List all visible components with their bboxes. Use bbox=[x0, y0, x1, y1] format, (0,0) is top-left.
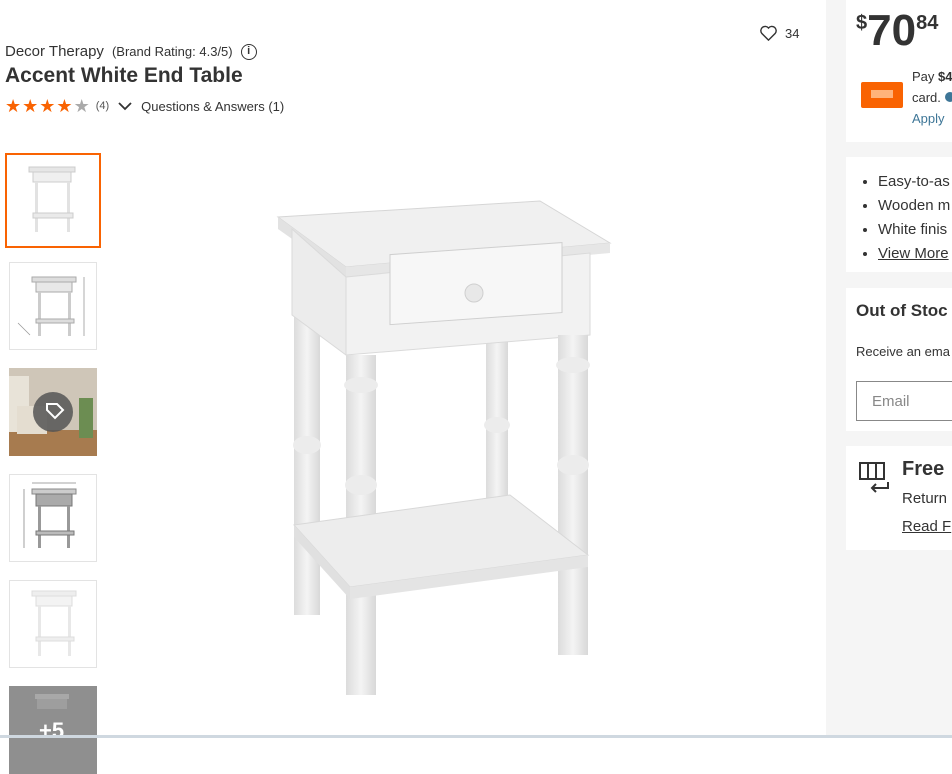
star-icon: ★ bbox=[56, 96, 73, 116]
price-dollars: 70 bbox=[867, 6, 917, 55]
pay-prefix: Pay bbox=[912, 69, 939, 84]
card-text: card. bbox=[912, 90, 941, 105]
thumbnail-4[interactable] bbox=[9, 474, 97, 562]
credit-offer: Pay $4 card. Apply bbox=[912, 66, 952, 129]
main-product-image[interactable] bbox=[270, 185, 630, 705]
read-return-policy-link[interactable]: Read F bbox=[902, 518, 951, 535]
lifestyle-thumbnail-image bbox=[9, 368, 97, 456]
star-icon: ★ bbox=[22, 96, 39, 116]
pay-amount: $4 bbox=[938, 69, 952, 84]
thumbnail-3-video[interactable] bbox=[9, 368, 97, 456]
email-field[interactable]: Email bbox=[856, 381, 952, 421]
highlight-item: Wooden m bbox=[878, 194, 950, 218]
favorite-count: 34 bbox=[785, 25, 800, 41]
table-dimensions-thumbnail bbox=[23, 482, 77, 548]
star-icon: ★ bbox=[5, 96, 22, 116]
table-dimensions-thumbnail bbox=[17, 276, 85, 336]
apply-link[interactable]: Apply bbox=[912, 108, 952, 129]
price-cents: 84 bbox=[916, 12, 939, 34]
chevron-down-icon[interactable] bbox=[117, 98, 133, 114]
more-images-count: +5 bbox=[39, 718, 65, 743]
highlight-item: Easy-to-as bbox=[878, 170, 950, 194]
review-count[interactable]: (4) bbox=[96, 100, 109, 112]
out-of-stock-subtitle: Receive an ema bbox=[856, 344, 950, 359]
info-icon[interactable] bbox=[944, 92, 952, 102]
brand-row: Decor Therapy (Brand Rating: 4.3/5) i bbox=[5, 43, 257, 60]
brand-link[interactable]: Decor Therapy bbox=[5, 43, 104, 60]
credit-card-icon bbox=[861, 82, 903, 108]
highlights-list: Easy-to-as Wooden m White finis View Mor… bbox=[856, 170, 950, 266]
table-thumbnail-image bbox=[31, 590, 77, 656]
thumbnail-2[interactable] bbox=[9, 262, 97, 350]
out-of-stock-title: Out of Stoc bbox=[856, 301, 948, 320]
view-more-item: View More bbox=[878, 242, 950, 266]
brand-rating: (Brand Rating: 4.3/5) bbox=[111, 44, 233, 59]
star-icon: ★ bbox=[73, 96, 90, 116]
more-thumbnails[interactable]: +5 bbox=[9, 686, 97, 774]
rating-row: ★ ★ ★ ★ ★ (4) Questions & Answers (1) bbox=[5, 97, 284, 115]
highlight-item: White finis bbox=[878, 218, 950, 242]
free-returns-title: Free bbox=[902, 458, 945, 480]
heart-icon bbox=[760, 25, 777, 41]
questions-answers-link[interactable]: Questions & Answers (1) bbox=[141, 99, 284, 114]
free-returns-subtitle: Return bbox=[902, 490, 948, 507]
price: $ 70 84 bbox=[856, 8, 938, 54]
view-more-link[interactable]: View More bbox=[878, 245, 949, 262]
star-rating[interactable]: ★ ★ ★ ★ ★ bbox=[5, 97, 90, 115]
favorite-button[interactable]: 34 bbox=[760, 25, 799, 41]
return-box-icon bbox=[859, 462, 889, 493]
table-thumbnail-image bbox=[28, 166, 76, 232]
info-icon[interactable]: i bbox=[240, 43, 257, 60]
thumbnail-1[interactable] bbox=[5, 153, 101, 248]
product-title: Accent White End Table bbox=[5, 64, 243, 87]
thumbnail-5[interactable] bbox=[9, 580, 97, 668]
star-icon: ★ bbox=[39, 96, 56, 116]
price-currency: $ bbox=[856, 12, 868, 34]
